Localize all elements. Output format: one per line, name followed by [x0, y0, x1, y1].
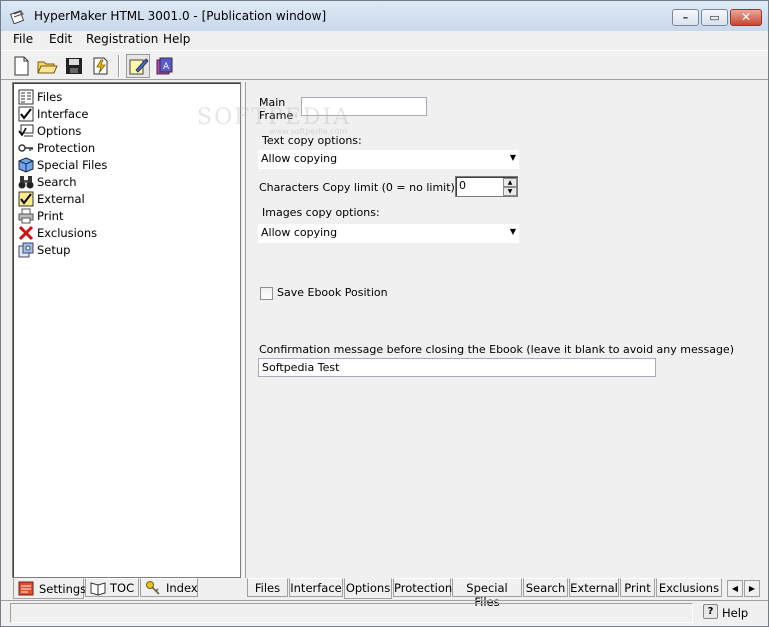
- settings-tree-panel: Files Interface Options Protection Speci…: [12, 82, 241, 578]
- toolbar-separator: [118, 55, 120, 77]
- options-icon: [18, 124, 34, 137]
- spin-up-icon[interactable]: ▲: [503, 178, 517, 187]
- text-copy-options-label: Text copy options:: [262, 134, 362, 147]
- new-icon: [14, 56, 29, 76]
- close-button[interactable]: ✕: [730, 9, 762, 26]
- tab-label: TOC: [110, 581, 135, 595]
- svg-text:A: A: [163, 62, 170, 72]
- maximize-icon: ▭: [709, 11, 720, 24]
- characters-copy-limit-label: Characters Copy limit (0 = no limit): [259, 181, 455, 194]
- tab-special-files[interactable]: Special Files: [452, 578, 522, 609]
- tab-label: Settings: [39, 582, 87, 596]
- tree-item-label: External: [37, 192, 85, 206]
- tab-external[interactable]: External: [569, 578, 619, 597]
- menu-registration[interactable]: Registration: [86, 32, 158, 46]
- minimize-button[interactable]: –: [672, 9, 699, 26]
- hypermaker-app-icon: [10, 10, 25, 24]
- close-icon: ✕: [740, 10, 752, 24]
- tree-item-label: Print: [37, 209, 64, 223]
- tree-item-label: Special Files: [37, 158, 108, 172]
- spin-down-icon[interactable]: ▼: [503, 187, 517, 196]
- tab-settings[interactable]: Settings: [13, 578, 87, 599]
- tab-label: Index: [166, 581, 198, 595]
- toolbar: A: [1, 50, 768, 80]
- new-button[interactable]: [9, 54, 33, 78]
- title-bar: HyperMaker HTML 3001.0 - [Publication wi…: [1, 1, 768, 31]
- publish-icon: A: [156, 57, 173, 75]
- save-ebook-position-label: Save Ebook Position: [277, 286, 388, 299]
- save-ebook-position-checkbox[interactable]: [260, 287, 273, 300]
- main-frame-label-2: Frame: [259, 109, 294, 122]
- tab-protection[interactable]: Protection: [393, 578, 452, 597]
- red-x-icon: [18, 225, 34, 241]
- settings-icon: [18, 581, 34, 596]
- edit-button[interactable]: [126, 54, 150, 78]
- main-frame-label-1: Main: [259, 96, 286, 109]
- tree-item-label: Search: [37, 175, 77, 189]
- minimize-icon: –: [682, 11, 689, 24]
- edit-icon: [129, 58, 149, 75]
- open-button[interactable]: [35, 54, 59, 78]
- confirmation-message-input[interactable]: Softpedia Test: [258, 358, 656, 377]
- index-key-icon: [146, 581, 160, 595]
- save-button[interactable]: [62, 54, 86, 78]
- checklist-icon: [18, 191, 34, 207]
- tree-item-label: Setup: [37, 243, 71, 257]
- tree-item-label: Exclusions: [37, 226, 98, 240]
- help-icon: ?: [703, 604, 718, 619]
- tab-options[interactable]: Options: [344, 578, 392, 599]
- tab-toc[interactable]: TOC: [85, 578, 139, 597]
- maximize-button[interactable]: ▭: [701, 9, 728, 26]
- tree-item-label: Protection: [37, 141, 96, 155]
- options-panel: Main Frame Text copy options: Allow copy…: [246, 82, 767, 578]
- menu-bar: File Edit Registration Help: [1, 31, 768, 49]
- tree-item-label: Options: [37, 124, 82, 138]
- text-copy-options-select[interactable]: Allow copying ▼: [258, 150, 519, 169]
- images-copy-options-label: Images copy options:: [262, 206, 380, 219]
- tree-item-label: Interface: [37, 107, 89, 121]
- confirmation-message-label: Confirmation message before closing the …: [259, 343, 734, 356]
- images-copy-options-select[interactable]: Allow copying ▼: [258, 224, 519, 243]
- dropdown-arrow-icon: ▼: [509, 227, 516, 236]
- tab-index[interactable]: Index: [140, 578, 198, 597]
- menu-file[interactable]: File: [13, 32, 33, 46]
- help-label: Help: [722, 606, 749, 620]
- cube-icon: [18, 157, 34, 173]
- tab-scroll-left-icon[interactable]: ◀: [727, 580, 743, 597]
- tab-interface[interactable]: Interface: [289, 578, 343, 597]
- tab-exclusions[interactable]: Exclusions: [656, 578, 722, 597]
- menu-help[interactable]: Help: [163, 32, 190, 46]
- files-icon: [18, 89, 34, 105]
- tab-scroll-right-icon[interactable]: ▶: [744, 580, 760, 597]
- characters-copy-limit-spinner[interactable]: 0 ▲ ▼: [455, 176, 518, 197]
- tab-search[interactable]: Search: [523, 578, 568, 597]
- publish-button[interactable]: A: [153, 54, 177, 78]
- status-pane: [10, 603, 693, 623]
- key-icon: [18, 144, 33, 152]
- images-copy-options-value: Allow copying: [261, 226, 338, 239]
- binoculars-icon: [18, 176, 34, 189]
- save-icon: [66, 58, 82, 74]
- open-folder-icon: [37, 61, 58, 74]
- dropdown-arrow-icon: ▼: [509, 153, 516, 162]
- build-button[interactable]: [89, 54, 113, 78]
- main-frame-input[interactable]: [301, 97, 427, 116]
- build-icon: [93, 57, 108, 75]
- printer-icon: [18, 208, 34, 224]
- status-bar: ? Help: [1, 600, 768, 626]
- tab-files[interactable]: Files: [247, 578, 288, 597]
- interface-icon: [18, 106, 34, 122]
- window-title: HyperMaker HTML 3001.0 - [Publication wi…: [34, 9, 327, 23]
- help-button[interactable]: ? Help: [701, 603, 753, 623]
- application-window: HyperMaker HTML 3001.0 - [Publication wi…: [0, 0, 769, 627]
- toc-icon: [90, 582, 106, 596]
- characters-copy-limit-value: 0: [459, 179, 466, 192]
- tree-item-label: Files: [37, 90, 63, 104]
- menu-edit[interactable]: Edit: [49, 32, 72, 46]
- tab-print[interactable]: Print: [620, 578, 655, 597]
- setup-icon: [18, 242, 34, 258]
- text-copy-options-value: Allow copying: [261, 152, 338, 165]
